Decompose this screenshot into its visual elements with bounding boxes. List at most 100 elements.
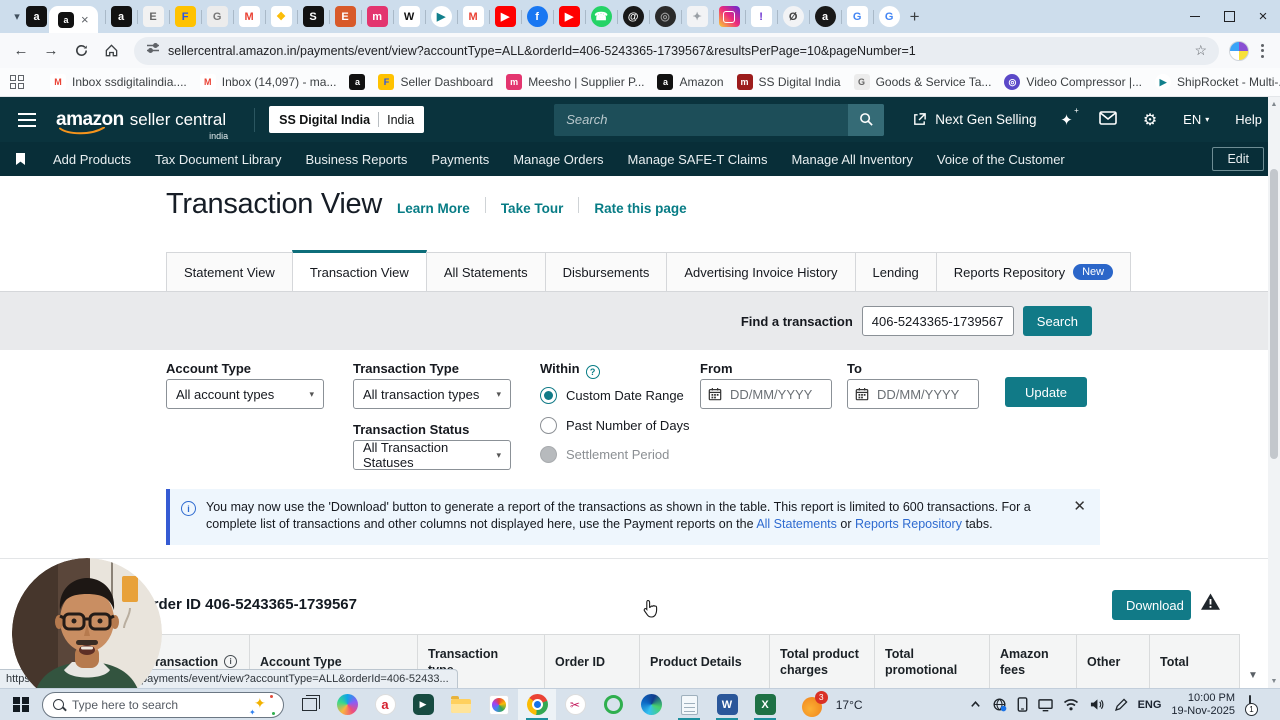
scroll-up-icon[interactable]: ▲ xyxy=(1268,97,1280,111)
header-search-box[interactable]: Search xyxy=(554,103,885,136)
column-header-total-product[interactable]: Total product charges xyxy=(770,635,875,689)
edge-taskbar-icon[interactable] xyxy=(632,689,670,720)
chrome-taskbar-icon[interactable] xyxy=(518,688,556,720)
radio-circle[interactable] xyxy=(540,387,557,404)
app-ring-taskbar-icon[interactable] xyxy=(594,689,632,720)
nav-item-manage-orders[interactable]: Manage Orders xyxy=(513,152,603,167)
bookmark-item[interactable]: M Inbox (14,097) - ma... xyxy=(199,74,336,90)
temperature-label[interactable]: 17°C xyxy=(836,698,863,712)
nav-item-manage-all-inventory[interactable]: Manage All Inventory xyxy=(791,152,912,167)
amazon-tab-favicon[interactable]: a xyxy=(110,6,132,27)
bookmark-item[interactable]: a Amazon xyxy=(657,74,724,90)
nav-item-manage-safe-t-claims[interactable]: Manage SAFE-T Claims xyxy=(628,152,768,167)
bookmark-item[interactable]: ◎ Video Compressor |... xyxy=(1004,74,1142,90)
nav-item-business-reports[interactable]: Business Reports xyxy=(306,152,408,167)
google-photos-tab-favicon[interactable]: ❖ xyxy=(270,6,292,27)
from-date-input[interactable]: DD/MM/YYYY xyxy=(700,379,832,409)
notepad-taskbar-icon[interactable] xyxy=(670,689,708,720)
radio-settlement-period[interactable]: Settlement Period xyxy=(540,446,669,463)
bookmark-item[interactable]: M Inbox ssdigitalindia.... xyxy=(50,74,187,90)
radio-circle[interactable] xyxy=(540,417,557,434)
column-header-total[interactable]: Total xyxy=(1150,635,1240,689)
youtube-tab-favicon[interactable]: ▶ xyxy=(494,6,516,27)
column-header-product-details[interactable]: Product Details xyxy=(640,635,770,689)
radio-circle[interactable] xyxy=(540,446,557,463)
site-settings-icon[interactable] xyxy=(146,41,160,60)
hidden-icons-chevron-icon[interactable] xyxy=(969,698,982,711)
notifications-icon[interactable]: 1 xyxy=(1245,694,1269,716)
transaction-type-select[interactable]: All transaction types ▾ xyxy=(353,379,511,409)
wix-tab-favicon[interactable]: W xyxy=(398,6,420,27)
incognito-tab-favicon[interactable]: Ø xyxy=(782,6,804,27)
bookmark-item[interactable]: m Meesho | Supplier P... xyxy=(506,74,644,90)
all-statements-link[interactable]: All Statements xyxy=(756,517,837,531)
instagram-tab-favicon[interactable] xyxy=(718,6,740,27)
info-icon[interactable]: i xyxy=(224,655,238,668)
display-icon[interactable] xyxy=(1037,698,1053,712)
warning-icon[interactable] xyxy=(1200,592,1221,616)
amazon-music-tab-favicon[interactable]: a xyxy=(814,6,836,27)
close-icon[interactable]: ✕ xyxy=(1073,499,1086,535)
table-scroll-down-icon[interactable]: ▼ xyxy=(1248,670,1258,681)
scrollbar-thumb[interactable] xyxy=(1270,169,1278,459)
tab-search-chevron-icon[interactable]: ▾ xyxy=(8,10,26,23)
column-header-total[interactable]: Total promotional xyxy=(875,635,990,689)
copilot-taskbar-icon[interactable] xyxy=(328,689,366,720)
settings-gear-icon[interactable]: ⚙ xyxy=(1143,110,1157,130)
start-button[interactable] xyxy=(6,689,36,720)
bookmark-item[interactable]: ▶ ShipRocket - Multi-... xyxy=(1155,74,1280,90)
dark-app-tab-favicon[interactable]: ◎ xyxy=(654,6,676,27)
new-tab-button[interactable]: + xyxy=(910,7,920,27)
tab-lending[interactable]: Lending xyxy=(854,252,937,292)
shiprocket-tab-favicon[interactable]: ▶ xyxy=(430,6,452,27)
next-gen-selling-link[interactable]: Next Gen Selling xyxy=(912,112,1037,127)
maximize-button[interactable] xyxy=(1212,0,1246,33)
radio-custom-date-range[interactable]: Custom Date Range xyxy=(540,387,684,404)
column-header-amazon[interactable]: Amazon fees xyxy=(990,635,1077,689)
minimize-button[interactable] xyxy=(1178,0,1212,33)
amazon-tab-favicon-first[interactable]: a xyxy=(26,6,47,27)
facebook-tab-favicon[interactable]: f xyxy=(526,6,548,27)
nav-item-voice-of-the-customer[interactable]: Voice of the Customer xyxy=(937,152,1065,167)
extension-icon[interactable] xyxy=(1229,40,1249,61)
site-e-tab-favicon[interactable]: E xyxy=(142,6,164,27)
gmail-2-tab-favicon[interactable]: M xyxy=(462,6,484,27)
tab-all-statements[interactable]: All Statements xyxy=(425,252,546,292)
column-header-order-id[interactable]: Order ID xyxy=(545,635,640,689)
network-icon[interactable] xyxy=(992,697,1007,712)
to-date-input[interactable]: DD/MM/YYYY xyxy=(847,379,979,409)
pen-icon[interactable] xyxy=(1114,697,1128,712)
find-transaction-input[interactable] xyxy=(861,306,1014,336)
file-explorer-taskbar-icon[interactable] xyxy=(442,689,480,720)
bookmark-item[interactable]: m SS Digital India xyxy=(736,74,841,90)
rate-this-page-link[interactable]: Rate this page xyxy=(594,201,686,216)
learn-more-link[interactable]: Learn More xyxy=(397,201,470,216)
account-switcher[interactable]: SS Digital India India xyxy=(269,106,425,133)
bookmark-flag-icon[interactable] xyxy=(16,153,25,165)
amazon-seller-central-logo[interactable]: amazon seller central india xyxy=(56,109,228,141)
reload-icon[interactable] xyxy=(68,38,94,64)
bookmark-star-icon[interactable]: ☆ xyxy=(1194,42,1207,59)
close-window-button[interactable]: × xyxy=(1246,0,1280,33)
browser-menu-icon[interactable] xyxy=(1253,43,1272,58)
storefront-tab-favicon[interactable]: S xyxy=(302,6,324,27)
nav-item-add-products[interactable]: Add Products xyxy=(53,152,131,167)
nav-item-tax-document-library[interactable]: Tax Document Library xyxy=(155,152,281,167)
google-translate-tab-favicon[interactable]: G xyxy=(846,6,868,27)
bookmark-item[interactable]: a xyxy=(349,74,366,90)
wifi-icon[interactable] xyxy=(1063,698,1079,711)
language-indicator[interactable]: ENG xyxy=(1138,699,1162,711)
taskbar-search-box[interactable]: Type here to search ✦ ✦ xyxy=(42,691,284,718)
back-icon[interactable]: ← xyxy=(8,38,34,64)
url-text[interactable]: sellercentral.amazon.in/payments/event/v… xyxy=(168,44,1186,58)
task-view-taskbar-icon[interactable] xyxy=(290,689,328,720)
etsy-tab-favicon[interactable]: E xyxy=(334,6,356,27)
word-taskbar-icon[interactable]: W xyxy=(708,689,746,720)
photos-taskbar-icon[interactable] xyxy=(480,689,518,720)
youtube-2-tab-favicon[interactable]: ▶ xyxy=(558,6,580,27)
address-bar[interactable]: sellercentral.amazon.in/payments/event/v… xyxy=(134,36,1219,65)
phone-icon[interactable] xyxy=(1017,697,1028,712)
take-tour-link[interactable]: Take Tour xyxy=(501,201,564,216)
close-tab-icon[interactable]: × xyxy=(81,13,89,26)
hamburger-menu-icon[interactable] xyxy=(18,112,36,127)
